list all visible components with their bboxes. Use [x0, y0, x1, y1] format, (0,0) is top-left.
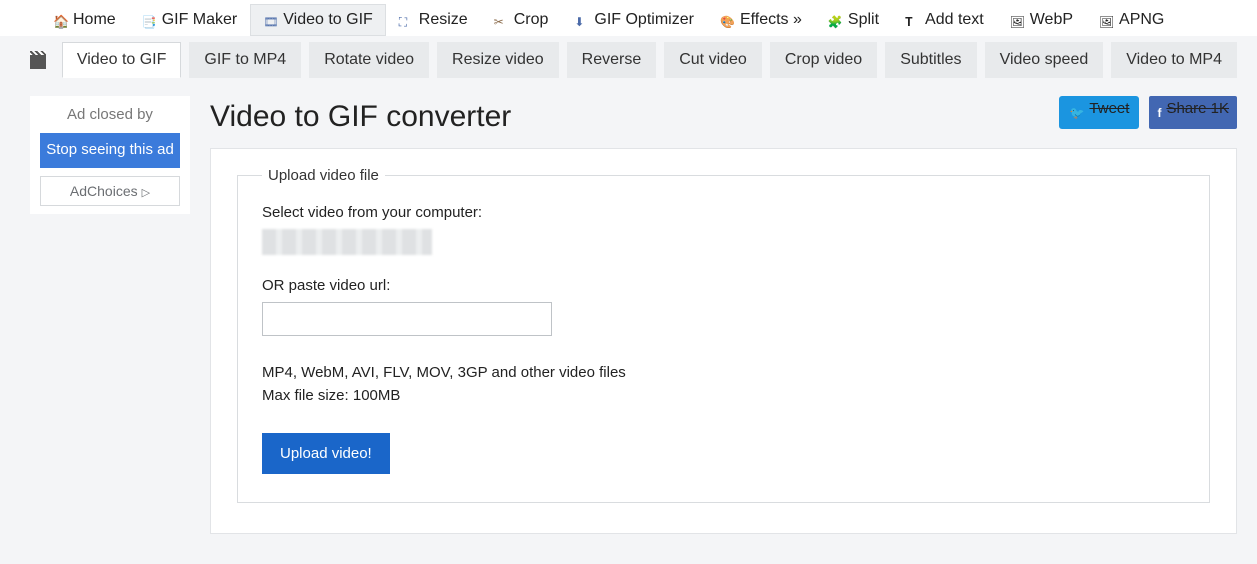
eff-icon — [720, 13, 736, 27]
topnav-gifmaker[interactable]: GIF Maker — [129, 4, 251, 36]
gif-icon — [142, 13, 158, 27]
adchoices-label: AdChoices — [70, 183, 138, 199]
tab-resv[interactable]: Resize video — [437, 42, 559, 78]
tab-rot[interactable]: Rotate video — [309, 42, 429, 78]
hint-line-1: MP4, WebM, AVI, FLV, MOV, 3GP and other … — [262, 364, 626, 381]
topnav-crop-label: Crop — [514, 11, 549, 29]
topnav-effects-label: Effects » — [740, 11, 802, 29]
topnav-crop[interactable]: Crop — [481, 4, 562, 36]
tab-cropv[interactable]: Crop video — [770, 42, 877, 78]
upload-panel: Upload video file Select video from your… — [210, 148, 1237, 534]
topnav-webp-label: WebP — [1030, 11, 1073, 29]
resize-icon — [399, 13, 415, 27]
topnav-home[interactable]: Home — [40, 4, 129, 36]
home-icon — [53, 13, 69, 27]
tab-rev[interactable]: Reverse — [567, 42, 657, 78]
topnav-optimizer-label: GIF Optimizer — [594, 11, 694, 29]
upload-video-button[interactable]: Upload video! — [262, 433, 390, 474]
stop-seeing-ad-button[interactable]: Stop seeing this ad — [40, 133, 180, 168]
clapperboard-icon — [30, 51, 46, 69]
top-nav: Home GIF Maker Video to GIF Resize Crop GIF O… — [0, 0, 1257, 36]
facebook-icon: f — [1157, 106, 1161, 120]
main-content: Video to GIF converter 🐦Tweet fShare 1K … — [210, 96, 1237, 534]
facebook-share-label: Share 1K — [1166, 100, 1229, 117]
topnav-home-label: Home — [73, 11, 116, 29]
video-url-input[interactable] — [262, 302, 552, 336]
topnav-resize-label: Resize — [419, 11, 468, 29]
topnav-webp[interactable]: WebP — [997, 4, 1086, 36]
tab-v2g[interactable]: Video to GIF — [62, 42, 182, 78]
crop-icon — [494, 13, 510, 27]
tab-g2m[interactable]: GIF to MP4 — [189, 42, 301, 78]
topnav-apng[interactable]: APNG — [1086, 4, 1177, 36]
text-icon — [905, 13, 921, 27]
select-file-label: Select video from your computer: — [262, 204, 1185, 221]
tweet-label: Tweet — [1089, 100, 1129, 117]
topnav-video2gif-label: Video to GIF — [283, 11, 373, 29]
video-icon — [263, 13, 279, 27]
ad-sidebar: Ad closed by Stop seeing this ad AdChoic… — [30, 96, 190, 214]
tab-sub[interactable]: Subtitles — [885, 42, 976, 78]
tab-cut[interactable]: Cut video — [664, 42, 762, 78]
adchoices-icon: ▷ — [142, 187, 150, 199]
tab-spd[interactable]: Video speed — [985, 42, 1104, 78]
topnav-optimizer[interactable]: GIF Optimizer — [561, 4, 707, 36]
twitter-icon: 🐦 — [1069, 106, 1084, 120]
topnav-split-label: Split — [848, 11, 879, 29]
file-input-placeholder[interactable] — [262, 229, 432, 255]
ad-closed-by-text: Ad closed by — [30, 100, 190, 129]
topnav-apng-label: APNG — [1119, 11, 1164, 29]
upload-legend: Upload video file — [262, 167, 385, 184]
topnav-effects[interactable]: Effects » — [707, 4, 815, 36]
social-buttons: 🐦 Tweet f Share 1K — [1059, 96, 1237, 129]
upload-fieldset: Upload video file Select video from your… — [237, 167, 1210, 503]
apng-icon — [1099, 13, 1115, 27]
webp-icon — [1010, 13, 1026, 27]
topnav-resize[interactable]: Resize — [386, 4, 481, 36]
topnav-split[interactable]: Split — [815, 4, 892, 36]
topnav-gifmaker-label: GIF Maker — [162, 11, 238, 29]
tweet-button[interactable]: 🐦 Tweet — [1059, 96, 1139, 129]
facebook-share-button[interactable]: f Share 1K — [1149, 96, 1237, 129]
topnav-addtext-label: Add text — [925, 11, 984, 29]
adchoices-button[interactable]: AdChoices ▷ — [40, 176, 180, 206]
url-label: OR paste video url: — [262, 277, 1185, 294]
topnav-video2gif[interactable]: Video to GIF — [250, 4, 386, 36]
format-hint: MP4, WebM, AVI, FLV, MOV, 3GP and other … — [262, 362, 1185, 407]
video-tools-tabbar: Video to GIFGIF to MP4Rotate videoResize… — [0, 36, 1257, 84]
topnav-addtext[interactable]: Add text — [892, 4, 997, 36]
hint-line-2: Max file size: 100MB — [262, 387, 400, 404]
page-title: Video to GIF converter — [210, 100, 511, 134]
split-icon — [828, 13, 844, 27]
opt-icon — [574, 13, 590, 27]
tab-v2m[interactable]: Video to MP4 — [1111, 42, 1237, 78]
